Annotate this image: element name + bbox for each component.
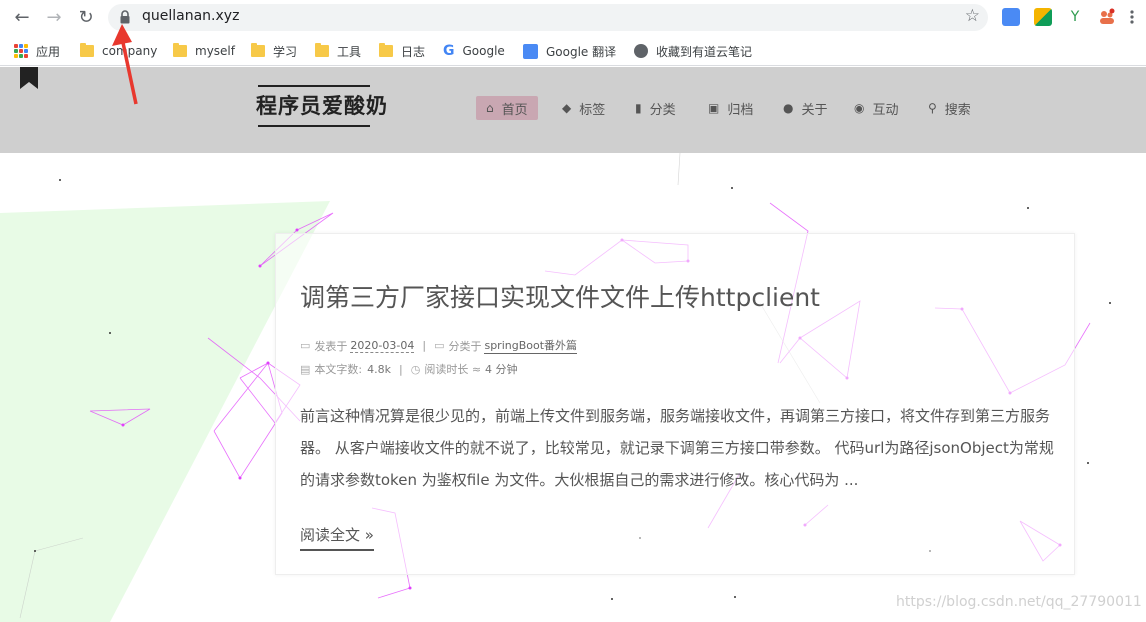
bookmark-label: myself [195,44,235,58]
bookmark-label: 工具 [337,44,362,59]
globe-icon [634,44,648,58]
nav-categories[interactable]: ▮ 分类 [625,96,686,120]
back-icon[interactable]: ← [11,6,33,28]
extension-people-icon[interactable] [1098,8,1116,26]
bookmark-icon: ▮ [635,101,642,115]
bookmark-google-translate[interactable]: Google 翻译 [523,41,616,61]
nav-search[interactable]: ⚲ 搜索 [918,96,981,120]
category-link[interactable]: springBoot番外篇 [484,337,578,354]
wordcount-value: 4.8k [367,362,391,376]
nav-label: 首页 [501,102,528,118]
nav-home[interactable]: ⌂ 首页 [476,96,538,120]
readtime-label: 阅读时长 ≈ [424,363,482,376]
extension-y-icon[interactable]: Y [1066,8,1084,26]
nav-label: 标签 [579,102,606,118]
nav-label: 互动 [872,102,899,118]
bookmark-youdao-note[interactable]: 收藏到有道云笔记 [634,41,752,61]
folder-icon [315,43,329,57]
csdn-watermark: https://blog.csdn.net/qq_27790011 [896,594,1142,610]
address-bar[interactable]: quellanan.xyz ☆ [108,4,988,31]
readtime-value: 4 分钟 [485,363,518,376]
folder-icon: ▭ [434,339,445,352]
bookmark-apps[interactable]: 应用 [14,41,60,61]
category-label: 分类于 [448,339,482,353]
meta-separator: | [399,362,403,376]
bookmark-folder-myself[interactable]: myself [173,41,235,61]
post-excerpt: 前言这种情况算是很少见的，前端上传文件到服务端，服务端接收文件，再调第三方接口，… [300,407,1054,489]
apps-grid-icon [14,44,28,58]
read-more-link[interactable]: 阅读全文 » [300,524,374,551]
calendar-icon: ▭ [300,339,311,352]
clock-icon: ◷ [410,362,421,376]
bookmark-folder-tools[interactable]: 工具 [315,41,361,61]
extension-icon[interactable] [1034,8,1052,26]
folder-icon [80,43,94,57]
meta-separator: | [422,339,427,352]
translate-extension-icon[interactable] [1002,8,1020,26]
comments-icon: ◉ [854,101,865,115]
folder-icon [173,43,187,57]
post-card: 调第三方厂家接口实现文件文件上传httpclient ▭ 发表于 2020-03… [275,233,1075,575]
nav-about[interactable]: ● 关于 [773,96,838,120]
file-word-icon: ▤ [300,362,311,376]
posted-date[interactable]: 2020-03-04 [350,339,415,353]
folder-icon [251,43,265,57]
home-icon: ⌂ [486,101,494,115]
site-brand[interactable]: 程序员爱酸奶 [256,90,388,120]
red-arrow-annotation [112,24,138,105]
bookmark-label: 学习 [273,44,298,59]
nav-interact[interactable]: ◉ 互动 [844,96,909,120]
forward-icon[interactable]: → [43,6,65,28]
bookmark-ribbon-icon[interactable] [20,67,38,89]
bookmark-google[interactable]: G Google [443,41,505,61]
bookmark-label: 收藏到有道云笔记 [656,44,753,59]
bookmark-label: 日志 [401,44,426,59]
bookmark-folder-study[interactable]: 学习 [251,41,297,61]
post-meta-line-1: ▭ 发表于 2020-03-04 | ▭ 分类于 springBoot番外篇 [300,337,578,354]
nav-archives[interactable]: ▣ 归档 [698,96,763,120]
search-icon: ⚲ [928,101,937,115]
nav-label: 搜索 [944,102,971,118]
nav-tags[interactable]: ◆ 标签 [552,96,615,120]
brand-top-line [258,85,370,87]
translate-icon [523,43,538,59]
posted-label: 发表于 [314,339,348,353]
bookmark-label: Google 翻译 [546,44,617,59]
post-meta-line-2: ▤ 本文字数: 4.8k | ◷ 阅读时长 ≈ 4 分钟 [300,361,518,377]
reload-icon[interactable]: ↻ [75,6,97,28]
wordcount-label: 本文字数: [314,363,363,376]
tag-icon: ◆ [562,101,572,115]
google-icon: G [443,43,455,59]
bookmarks-bar: 应用 company myself 学习 工具 日志 G Google Goog… [0,35,1146,66]
browser-toolbar: ← → ↻ quellanan.xyz ☆ Y [0,0,1146,35]
menu-dots-icon[interactable] [1129,8,1146,26]
archive-icon: ▣ [708,101,720,115]
folder-icon [379,43,393,57]
nav-label: 关于 [801,102,828,118]
nav-label: 归档 [727,102,754,118]
bookmark-label: 应用 [36,44,61,59]
bookmark-label: Google [462,44,505,58]
brand-bottom-line [258,125,370,127]
nav-label: 分类 [649,102,676,118]
url-text: quellanan.xyz [142,8,240,24]
post-title[interactable]: 调第三方厂家接口实现文件文件上传httpclient [300,278,820,314]
star-icon[interactable]: ☆ [965,6,980,26]
user-icon: ● [783,101,794,115]
site-header: 程序员爱酸奶 ⌂ 首页 ◆ 标签 ▮ 分类 ▣ 归档 ● 关于 ◉ 互动 ⚲ 搜… [0,67,1146,153]
bookmark-folder-log[interactable]: 日志 [379,41,425,61]
